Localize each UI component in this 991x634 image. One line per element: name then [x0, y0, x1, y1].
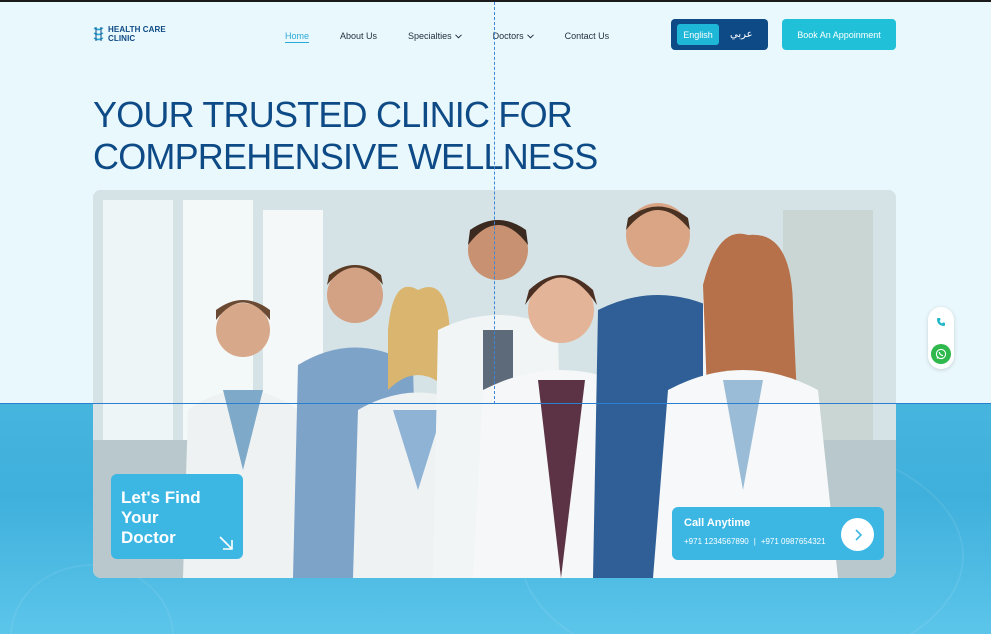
- nav-about-us-label: About Us: [340, 31, 378, 41]
- find-doctor-card[interactable]: Let's Find Your Doctor: [111, 474, 243, 559]
- nav-specialties-label: Specialties: [408, 31, 452, 41]
- nav-contact-us[interactable]: Contact Us: [565, 29, 610, 43]
- nav-doctors-label: Doctors: [492, 31, 524, 41]
- brand-line-1: HEALTH CARE: [108, 25, 166, 34]
- brand-logo[interactable]: HEALTH CARE CLINIC: [93, 25, 166, 43]
- find-doctor-line-1: Let's Find: [121, 488, 201, 507]
- phone-number-2[interactable]: +971 0987654321: [761, 537, 826, 546]
- floating-whatsapp-button[interactable]: [931, 344, 951, 364]
- nav-home-label: Home: [285, 30, 310, 41]
- nav-about-us[interactable]: About Us: [340, 29, 377, 43]
- language-arabic-button[interactable]: عربي: [730, 29, 753, 40]
- language-english-button[interactable]: English: [677, 24, 719, 45]
- phone-icon: [937, 318, 945, 326]
- call-anytime-card: Call Anytime +971 1234567890 | +971 0987…: [672, 507, 884, 560]
- floating-phone-button[interactable]: [931, 312, 951, 332]
- nav-specialties[interactable]: Specialties: [408, 29, 462, 43]
- top-strip: [0, 0, 991, 2]
- chevron-down-icon: [454, 33, 462, 39]
- nav-contact-us-label: Contact Us: [564, 31, 610, 41]
- hero-title-line-2: COMPREHENSIVE WELLNESS: [93, 136, 598, 177]
- call-arrow-button[interactable]: [841, 518, 874, 551]
- arrow-down-right-icon: [219, 536, 233, 550]
- phone-separator: |: [753, 537, 756, 546]
- floating-contact-bar: [928, 307, 954, 369]
- main-nav: Home About Us Specialties Doctors Contac…: [285, 29, 640, 43]
- nav-doctors[interactable]: Doctors: [493, 29, 534, 43]
- hero-title: YOUR TRUSTED CLINIC FOR COMPREHENSIVE WE…: [93, 94, 598, 178]
- hero-title-line-1: YOUR TRUSTED CLINIC FOR: [93, 94, 573, 135]
- phone-number-1[interactable]: +971 1234567890: [684, 537, 749, 546]
- find-doctor-line-2: Your: [121, 508, 159, 527]
- brand-name: HEALTH CARE CLINIC: [108, 25, 166, 43]
- nav-home[interactable]: Home: [285, 29, 310, 43]
- vertical-guide-line: [494, 2, 495, 404]
- find-doctor-line-3: Doctor: [121, 528, 176, 547]
- book-appointment-button[interactable]: Book An Appoinment: [782, 19, 896, 50]
- logo-icon: [93, 27, 104, 41]
- chevron-down-icon: [526, 33, 534, 39]
- chevron-right-icon: [854, 528, 862, 541]
- horizontal-guide-line: [0, 403, 991, 404]
- language-switcher: English عربي: [671, 19, 768, 50]
- brand-line-2: CLINIC: [108, 34, 136, 43]
- whatsapp-icon: [935, 348, 947, 360]
